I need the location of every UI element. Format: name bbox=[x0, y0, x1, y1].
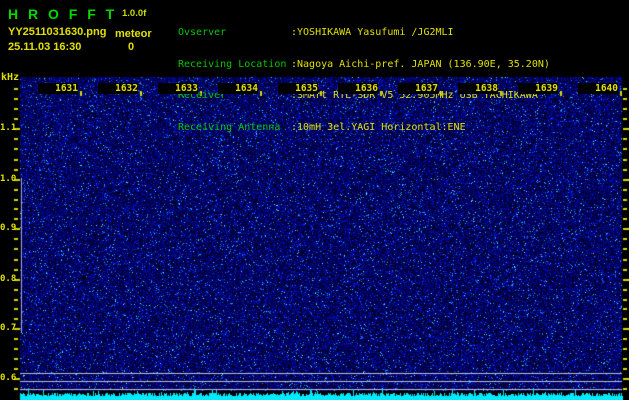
x-tick-label: 1632 bbox=[98, 83, 138, 94]
x-tick-label: 1639 bbox=[518, 83, 558, 94]
x-tick-label: 1634 bbox=[218, 83, 258, 94]
info-value: :Nagoya Aichi-pref. JAPAN (136.90E, 35.2… bbox=[291, 58, 550, 70]
observation-datetime: 25.11.03 16:30 bbox=[8, 41, 82, 53]
x-tick-label: 1636 bbox=[338, 83, 378, 94]
x-tick-label: 1635 bbox=[278, 83, 318, 94]
y-tick-label: 1.0 bbox=[0, 174, 17, 184]
info-value: :YOSHIKAWA Yasufumi /JG2MLI bbox=[291, 27, 454, 38]
x-tick-label: 1631 bbox=[38, 83, 78, 94]
capture-filename: YY2511031630.png bbox=[8, 26, 107, 38]
info-label: Receiving Location bbox=[178, 58, 287, 70]
x-tick-label: 1633 bbox=[158, 83, 198, 94]
x-tick-label: 1640 bbox=[578, 83, 618, 94]
y-tick-label: 0.6 bbox=[0, 373, 17, 383]
info-label: Receiving Antenna bbox=[178, 121, 281, 133]
app-title: H R O F F T bbox=[8, 6, 118, 22]
app-version: 1.0.0f bbox=[122, 8, 147, 19]
echo-count: 0 bbox=[128, 41, 135, 53]
info-row: Receiving Antenna :10mH 3el.YAGI Horizon… bbox=[178, 121, 550, 134]
y-tick-label: 0.9 bbox=[0, 223, 17, 233]
info-row: Ovserver :YOSHIKAWA Yasufumi /JG2MLI bbox=[178, 27, 550, 39]
y-tick-label: 1.1 bbox=[0, 123, 17, 133]
y-tick-label: 0.8 bbox=[0, 274, 17, 284]
y-tick-label: 0.7 bbox=[0, 323, 17, 333]
x-tick-label: 1638 bbox=[458, 83, 498, 94]
x-tick-label: 1637 bbox=[398, 83, 438, 94]
info-label: Ovserver bbox=[178, 27, 227, 38]
observation-mode: meteor bbox=[115, 28, 152, 40]
info-row: Receiving Location :Nagoya Aichi-pref. J… bbox=[178, 58, 550, 71]
hrofft-screen: H R O F F T 1.0.0f YY2511031630.png mete… bbox=[0, 0, 629, 400]
station-info: Ovserver :YOSHIKAWA Yasufumi /JG2MLI Rec… bbox=[178, 7, 550, 154]
info-value: :10mH 3el.YAGI Horizontal:ENE bbox=[291, 121, 466, 133]
y-axis-unit-label: kHz bbox=[1, 72, 20, 83]
